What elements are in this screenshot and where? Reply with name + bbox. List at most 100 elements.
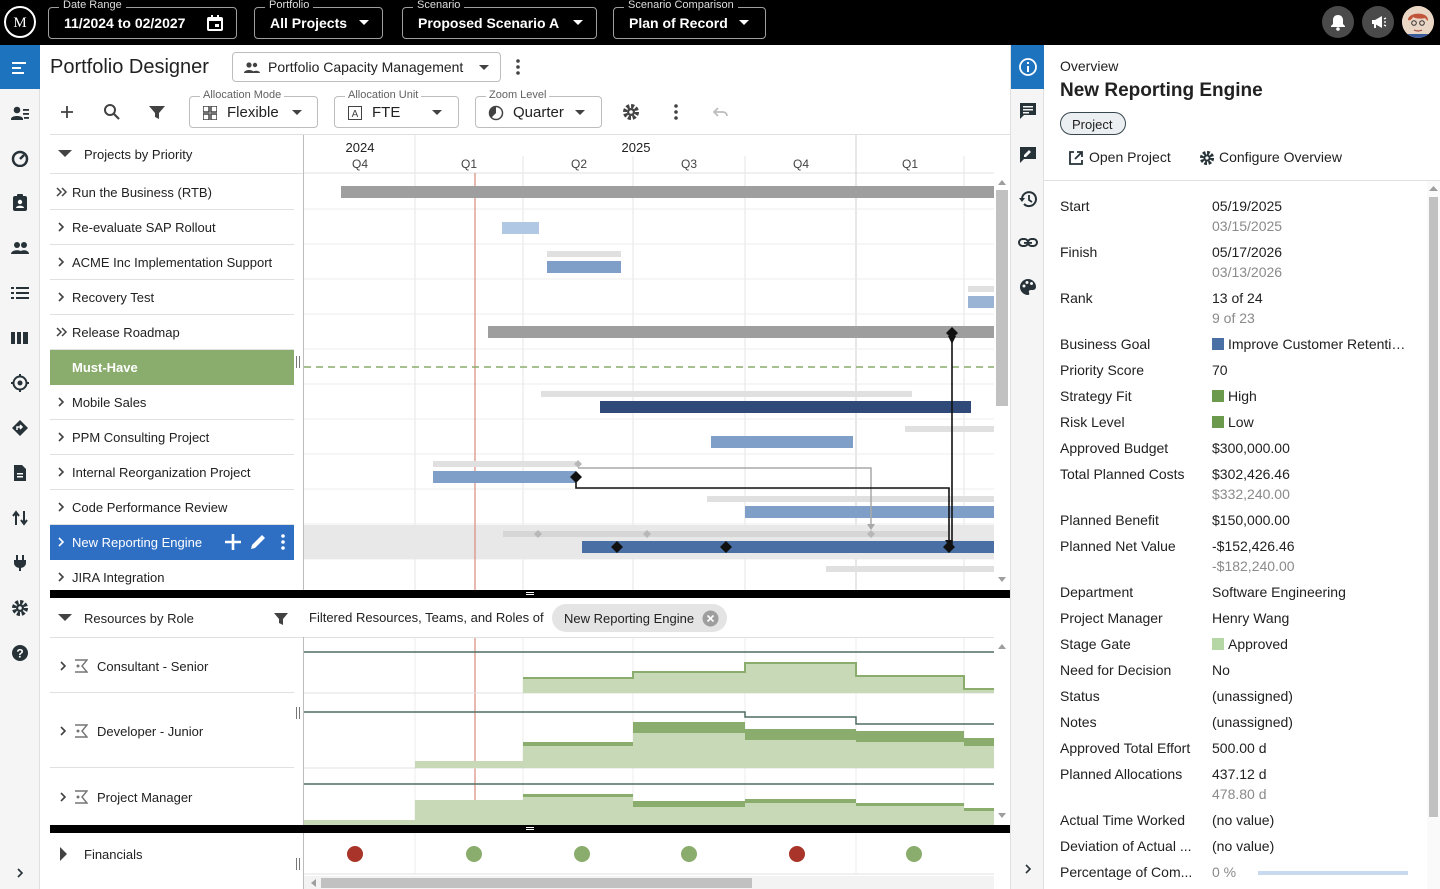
undo-icon [712,107,728,117]
chevron-right-icon[interactable] [56,571,68,583]
nav-documents[interactable] [0,450,40,494]
notifications-button[interactable] [1322,6,1354,38]
app-logo[interactable]: M [4,6,36,38]
field-label: Actual Time Worked [1060,812,1186,828]
user-avatar[interactable] [1402,6,1434,38]
project-row-label: Code Performance Review [72,500,228,515]
planned-net-value: -$152,426.46 [1212,538,1295,554]
row-more-button[interactable] [276,532,290,552]
date-range-select[interactable]: Date Range 11/2024 to 02/2027 [48,0,237,39]
links-tab[interactable] [1011,221,1044,265]
overview-scrollbar[interactable] [1427,181,1440,889]
project-row[interactable]: Re-evaluate SAP Rollout [50,210,294,245]
actual-time-worked-value: (no value) [1212,812,1275,828]
scenario-select[interactable]: Scenario Proposed Scenario A [402,0,597,39]
nav-teams[interactable] [0,225,40,269]
chevron-right-icon[interactable] [56,396,68,408]
double-chevron-right-icon[interactable] [56,326,68,338]
nav-roadmap[interactable] [0,405,40,449]
project-row[interactable]: Run the Business (RTB) [50,175,294,210]
project-row[interactable]: Code Performance Review [50,490,294,525]
financials-row[interactable]: Financials [50,834,303,874]
project-row[interactable]: Mobile Sales [50,385,294,420]
resource-filter-chip[interactable]: New Reporting Engine [552,604,727,632]
financial-indicator-green [574,846,590,862]
nav-portfolio-designer[interactable] [0,45,40,89]
collapse-panel-button[interactable] [1011,857,1044,881]
comments-tab[interactable] [1011,89,1044,133]
pane-splitter[interactable] [50,590,1010,598]
people-icon [244,62,260,73]
gantt-chart[interactable]: 2024 2025 Q4 Q1 Q2 Q3 Q4 Q1 [304,135,1010,590]
scenario-comparison-select[interactable]: Scenario Comparison Plan of Record [613,0,766,39]
filter-icon[interactable] [272,610,290,628]
overview-tab[interactable] [1011,45,1044,89]
portfolio-select[interactable]: Portfolio All Projects [254,0,383,39]
search-icon [104,104,120,120]
search-button[interactable] [100,100,124,124]
list-resize-handle[interactable] [296,356,300,368]
nav-resources[interactable] [0,90,40,134]
quarter-label: Q2 [571,157,587,171]
allocation-mode-select[interactable]: Allocation Mode Flexible [189,89,318,128]
chart-settings-button[interactable] [619,100,643,124]
row-add-button[interactable] [222,531,244,553]
project-row[interactable]: Internal Reorganization Project [50,455,294,490]
allocation-unit-select[interactable]: Allocation Unit A FTE [334,89,459,128]
zoom-level-select[interactable]: Zoom Level Quarter [475,89,602,128]
appearance-tab[interactable] [1011,265,1044,309]
double-chevron-right-icon[interactable] [56,186,68,198]
pane-splitter[interactable] [50,825,1010,833]
unit-icon: A [348,106,362,120]
nav-assignments[interactable] [0,180,40,224]
filter-button[interactable] [145,100,169,124]
row-edit-button[interactable] [248,532,268,552]
toolbar-more-button[interactable] [664,100,688,124]
chevron-right-icon[interactable] [56,221,68,233]
chevron-right-icon[interactable] [56,256,68,268]
close-circle-icon[interactable] [702,610,719,627]
project-row[interactable]: Must-Have [50,350,294,385]
view-select[interactable]: Portfolio Capacity Management [232,52,501,82]
overview-scroll-thumb[interactable] [1429,197,1438,817]
financials-resize-handle[interactable] [296,858,300,870]
nav-integrations[interactable] [0,540,40,584]
nav-board[interactable] [0,315,40,359]
chevron-right-icon[interactable] [56,431,68,443]
history-tab[interactable] [1011,177,1044,221]
resource-row[interactable]: Consultant - Senior [50,638,294,693]
nav-import-export[interactable] [0,495,40,539]
announcements-button[interactable] [1362,6,1394,38]
chevron-right-icon[interactable] [56,501,68,513]
chevron-right-icon[interactable] [58,791,70,803]
undo-button[interactable] [709,100,733,124]
nav-settings[interactable] [0,585,40,629]
more-vert-button[interactable] [506,55,530,79]
project-row[interactable]: Release Roadmap [50,315,294,350]
project-row[interactable]: Recovery Test [50,280,294,315]
chevron-right-icon[interactable] [56,466,68,478]
notes-tab[interactable] [1011,133,1044,177]
chevron-right-icon[interactable] [58,660,70,672]
nav-expand[interactable] [0,850,40,889]
chevron-right-icon[interactable] [56,291,68,303]
notes-value: (unassigned) [1212,714,1293,730]
add-button[interactable] [55,100,79,124]
chevron-right-icon[interactable] [58,725,70,737]
nav-help[interactable]: ? [0,630,40,674]
chevron-right-icon[interactable] [56,536,68,548]
more-vert-icon [674,104,678,120]
nav-goals[interactable] [0,360,40,404]
project-row[interactable]: ACME Inc Implementation Support [50,245,294,280]
nav-dashboard[interactable] [0,135,40,179]
resource-list-resize-handle[interactable] [296,707,300,719]
resource-row[interactable]: Project Manager [50,769,294,825]
resources-group-header[interactable]: Resources by Role [50,598,303,638]
color-swatch [1212,638,1224,650]
project-row[interactable]: PPM Consulting Project [50,420,294,455]
resource-row[interactable]: Developer - Junior [50,694,294,768]
bar-re-evaluate-sap [502,222,539,234]
nav-list[interactable] [0,270,40,314]
projects-group-header[interactable]: Projects by Priority [50,135,303,173]
megaphone-icon [1372,16,1387,28]
